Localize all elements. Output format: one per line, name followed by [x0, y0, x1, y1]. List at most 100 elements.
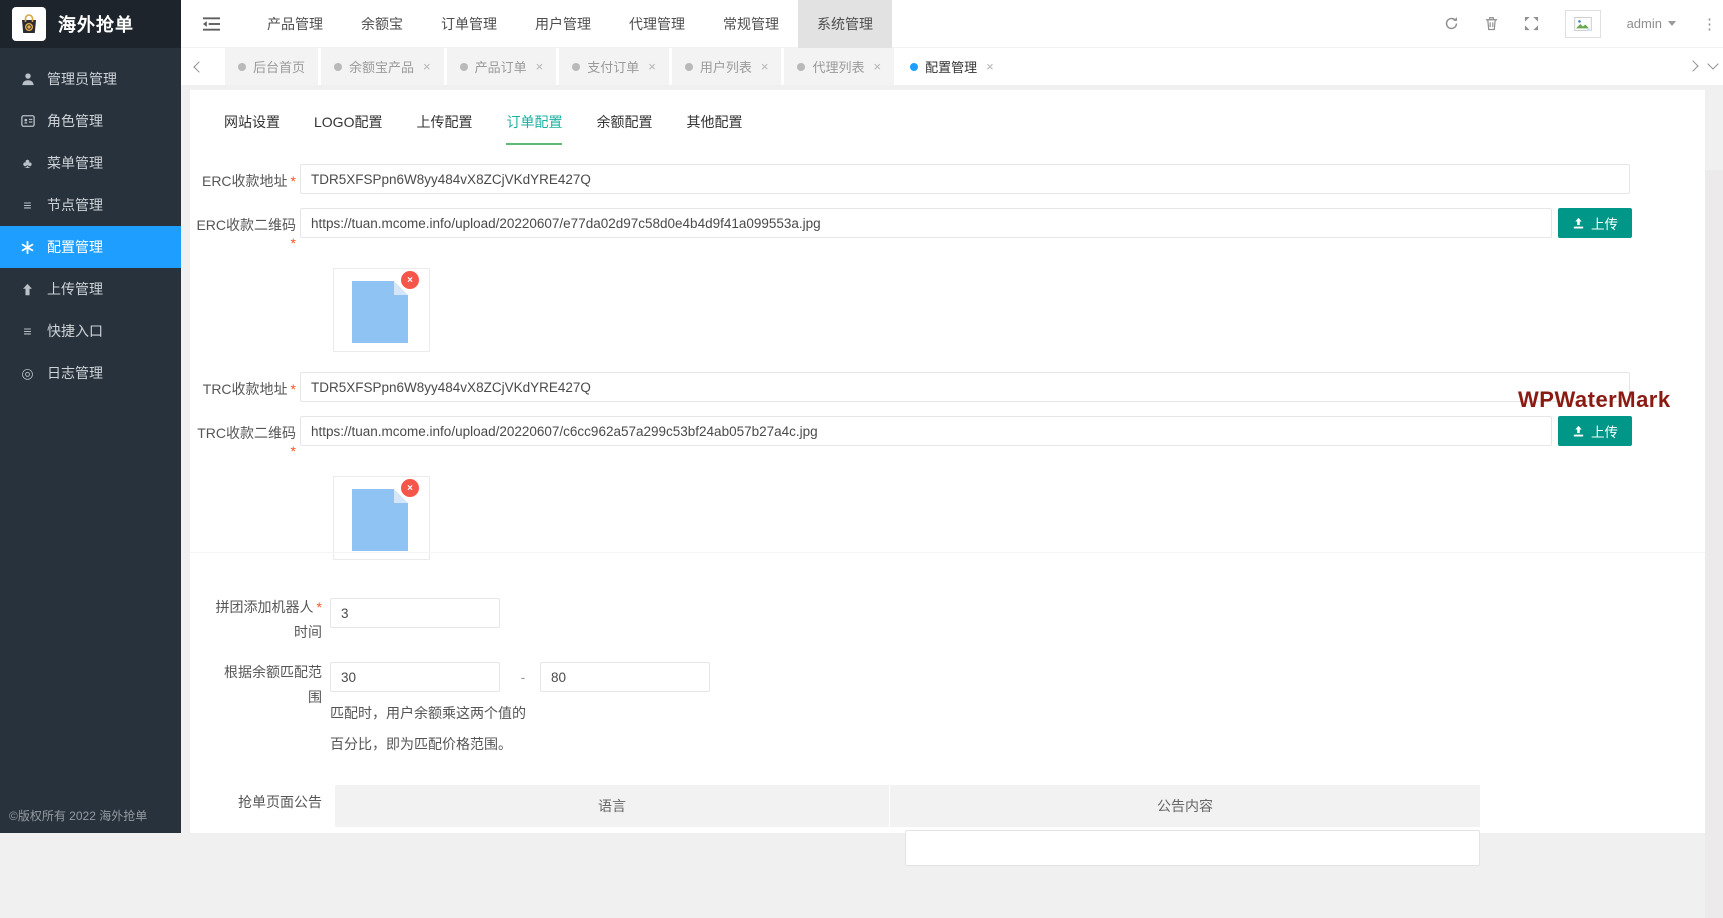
close-icon[interactable]: ×	[648, 59, 656, 74]
nav-item-system[interactable]: 系统管理	[798, 0, 892, 48]
tab-user-list[interactable]: 用户列表 ×	[672, 48, 782, 85]
trc-qr-input[interactable]	[300, 416, 1552, 446]
username: admin	[1627, 16, 1662, 31]
nav-item-users[interactable]: 用户管理	[516, 0, 610, 48]
refresh-icon[interactable]	[1444, 16, 1459, 31]
tab-other-config[interactable]: 其他配置	[686, 112, 742, 145]
tab-order-config[interactable]: 订单配置	[506, 112, 562, 145]
user-menu[interactable]: admin	[1627, 16, 1676, 31]
erc-qr-label: ERC收款二维码*	[190, 215, 296, 251]
required-asterisk: *	[291, 235, 296, 251]
balance-range-hint: 匹配时，用户余额乘这两个值的百分比，即为匹配价格范围。	[330, 698, 528, 760]
upload-icon	[1572, 217, 1585, 230]
tabs-menu-icon[interactable]	[1707, 58, 1718, 69]
topbar: 产品管理 余额宝 订单管理 用户管理 代理管理 常规管理 系统管理 admin …	[181, 0, 1723, 48]
close-icon[interactable]: ×	[536, 59, 544, 74]
file-placeholder-icon	[352, 281, 408, 343]
list-icon: ≡	[19, 197, 36, 213]
sidebar-item-nodes[interactable]: ≡ 节点管理	[0, 184, 181, 226]
sidebar-item-config[interactable]: 配置管理	[0, 226, 181, 268]
trash-icon[interactable]	[1485, 16, 1498, 31]
tab-upload-config[interactable]: 上传配置	[416, 112, 472, 145]
collapse-sidebar-icon[interactable]	[203, 17, 220, 31]
tab-agent-list[interactable]: 代理列表 ×	[784, 48, 894, 85]
more-vertical-icon[interactable]: ⋮	[1702, 15, 1717, 33]
tab-dot-icon	[910, 63, 918, 71]
scrollbar-gutter[interactable]	[1705, 170, 1723, 918]
sidebar-item-label: 菜单管理	[47, 153, 103, 173]
range-separator: -	[512, 662, 534, 692]
fullscreen-icon[interactable]	[1524, 16, 1539, 31]
tab-home[interactable]: 后台首页	[225, 48, 318, 85]
tabs-scroll-right-icon[interactable]	[1687, 60, 1698, 71]
remove-image-icon[interactable]: ×	[401, 479, 419, 497]
tab-dot-icon	[685, 63, 693, 71]
tabs-scroll-left-icon[interactable]	[193, 61, 204, 72]
content-area: 网站设置 LOGO配置 上传配置 订单配置 余额配置 其他配置 ERC收款地址*…	[181, 85, 1723, 833]
upload-button-label: 上传	[1591, 421, 1618, 441]
sidebar-item-logs[interactable]: ◎ 日志管理	[0, 352, 181, 394]
tree-icon: ♣	[19, 155, 36, 171]
sidebar-item-label: 上传管理	[47, 279, 103, 299]
window-tabbar: 后台首页 余额宝产品 × 产品订单 × 支付订单 × 用户列表 × 代理列表 ×	[181, 48, 1723, 85]
close-icon[interactable]: ×	[761, 59, 769, 74]
user-icon	[19, 72, 36, 86]
sidebar-item-menus[interactable]: ♣ 菜单管理	[0, 142, 181, 184]
close-icon[interactable]: ×	[423, 59, 431, 74]
trc-address-input[interactable]	[300, 372, 1630, 402]
erc-qr-upload-button[interactable]: 上传	[1558, 208, 1632, 238]
tab-balance-config[interactable]: 余额配置	[596, 112, 652, 145]
required-asterisk: *	[291, 173, 296, 189]
nav-item-yuebao[interactable]: 余额宝	[342, 0, 422, 48]
erc-qr-input[interactable]	[300, 208, 1552, 238]
balance-range-min-input[interactable]	[330, 662, 500, 692]
sidebar-item-label: 日志管理	[47, 363, 103, 383]
tab-yuebao-products[interactable]: 余额宝产品 ×	[321, 48, 444, 85]
erc-address-input[interactable]	[300, 164, 1630, 194]
upload-icon	[1572, 425, 1585, 438]
robot-time-input[interactable]	[330, 598, 500, 628]
sidebar-item-quick-entry[interactable]: ≡ 快捷入口	[0, 310, 181, 352]
tab-dot-icon	[460, 63, 468, 71]
config-tabs: 网站设置 LOGO配置 上传配置 订单配置 余额配置 其他配置	[224, 112, 742, 145]
nav-item-agents[interactable]: 代理管理	[610, 0, 704, 48]
trc-address-label: TRC收款地址*	[190, 379, 296, 399]
nav-item-general[interactable]: 常规管理	[704, 0, 798, 48]
tab-config[interactable]: 配置管理 ×	[897, 48, 1007, 85]
app-title: 海外抢单	[58, 11, 134, 37]
tab-product-orders[interactable]: 产品订单 ×	[447, 48, 557, 85]
file-placeholder-icon	[352, 489, 408, 551]
required-asterisk: *	[291, 381, 296, 397]
close-icon[interactable]: ×	[873, 59, 881, 74]
tab-site-settings[interactable]: 网站设置	[224, 112, 280, 145]
trc-qr-thumbnail[interactable]: ×	[333, 476, 430, 560]
tab-dot-icon	[797, 63, 805, 71]
sidebar-item-upload[interactable]: 上传管理	[0, 268, 181, 310]
remove-image-icon[interactable]: ×	[401, 271, 419, 289]
notice-table: 语言 公告内容	[335, 785, 1480, 827]
sidebar-item-roles[interactable]: 角色管理	[0, 100, 181, 142]
sidebar-menu: 管理员管理 角色管理 ♣ 菜单管理 ≡ 节点管理 配置管理 上传管理	[0, 58, 181, 394]
chevron-down-icon	[1668, 21, 1676, 26]
sidebar-item-label: 节点管理	[47, 195, 103, 215]
avatar[interactable]	[1565, 10, 1601, 38]
notice-content-textarea[interactable]	[905, 830, 1480, 866]
upload-button-label: 上传	[1591, 213, 1618, 233]
tab-dot-icon	[572, 63, 580, 71]
tab-payment-orders[interactable]: 支付订单 ×	[559, 48, 669, 85]
sidebar-item-admins[interactable]: 管理员管理	[0, 58, 181, 100]
open-tabs: 后台首页 余额宝产品 × 产品订单 × 支付订单 × 用户列表 × 代理列表 ×	[225, 48, 1010, 85]
section-divider	[190, 552, 1705, 553]
trc-qr-upload-button[interactable]: 上传	[1558, 416, 1632, 446]
notice-label: 抢单页面公告	[190, 790, 322, 815]
balance-range-max-input[interactable]	[540, 662, 710, 692]
robot-time-label: 拼团添加机器人* 时间	[190, 595, 322, 645]
erc-qr-thumbnail[interactable]: ×	[333, 268, 430, 352]
nav-item-products[interactable]: 产品管理	[248, 0, 342, 48]
tab-logo-config[interactable]: LOGO配置	[314, 112, 382, 145]
tab-dot-icon	[238, 63, 246, 71]
shopping-bag-icon	[17, 12, 41, 36]
close-icon[interactable]: ×	[986, 59, 994, 74]
tab-label: 用户列表	[700, 57, 752, 76]
nav-item-orders[interactable]: 订单管理	[422, 0, 516, 48]
